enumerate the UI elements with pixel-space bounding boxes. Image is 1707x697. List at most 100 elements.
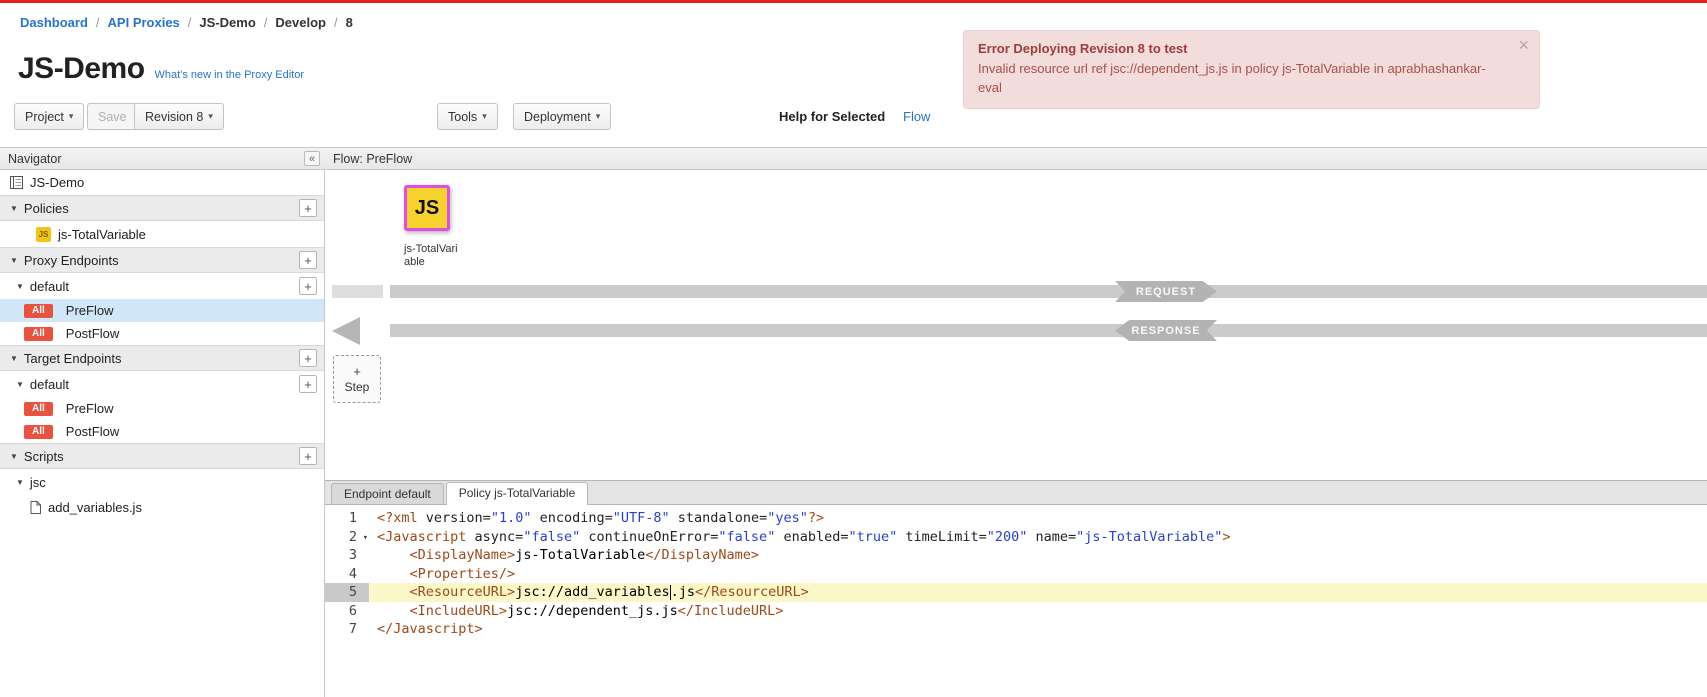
- js-policy-node-label: js-TotalVariable: [404, 243, 462, 269]
- nav-item-proxy-default[interactable]: ▼ default +: [0, 273, 324, 299]
- chevron-down-icon: ▾: [208, 111, 213, 122]
- code-text: <IncludeURL>jsc://dependent_js.js</Inclu…: [369, 602, 1707, 621]
- nav-item-label: PreFlow: [66, 303, 114, 318]
- code-line[interactable]: 5 <ResourceURL>jsc://add_variables.js</R…: [325, 583, 1707, 602]
- breadcrumb-separator: /: [188, 15, 192, 30]
- line-number: 5: [325, 583, 369, 602]
- revision-menu-label: Revision 8: [145, 110, 203, 124]
- nav-item-label: PostFlow: [66, 326, 119, 341]
- code-line[interactable]: 1<?xml version="1.0" encoding="UTF-8" st…: [325, 509, 1707, 528]
- add-policy-button[interactable]: +: [299, 199, 317, 217]
- code-text: <ResourceURL>jsc://add_variables.js</Res…: [369, 583, 1707, 602]
- condition-all-badge: All: [24, 304, 53, 318]
- breadcrumb-item-develop: Develop: [275, 15, 326, 30]
- navigator-title: Navigator: [8, 152, 62, 166]
- code-line[interactable]: 4 <Properties/>: [325, 565, 1707, 584]
- nav-item-add-variables-js[interactable]: add_variables.js: [0, 495, 324, 520]
- nav-section-proxy-endpoints[interactable]: ▼ Proxy Endpoints +: [0, 247, 324, 273]
- add-script-button[interactable]: +: [299, 447, 317, 465]
- caret-down-icon: ▼: [10, 354, 18, 363]
- caret-down-icon: ▼: [10, 204, 18, 213]
- nav-item-proxy-preflow[interactable]: All PreFlow: [0, 299, 324, 322]
- breadcrumb-link-api-proxies[interactable]: API Proxies: [108, 15, 180, 30]
- condition-all-badge: All: [24, 425, 53, 439]
- save-button-label: Save: [98, 110, 127, 124]
- js-policy-icon: JS: [36, 227, 51, 242]
- nav-item-js-totalvariable[interactable]: JS js-TotalVariable: [0, 221, 324, 247]
- deployment-menu-button[interactable]: Deployment ▾: [513, 103, 611, 130]
- add-step-button[interactable]: + Step: [333, 355, 381, 403]
- chevron-down-icon: ▾: [482, 111, 487, 122]
- nav-item-jsc-folder[interactable]: ▼ jsc: [0, 469, 324, 495]
- nav-item-proxy-postflow[interactable]: All PostFlow: [0, 322, 324, 345]
- request-flow-line[interactable]: [390, 285, 1707, 298]
- js-policy-node[interactable]: JS: [404, 185, 450, 231]
- nav-section-target-endpoints[interactable]: ▼ Target Endpoints +: [0, 345, 324, 371]
- editor-tabs: Endpoint default Policy js-TotalVariable: [325, 481, 1707, 505]
- code-text: <?xml version="1.0" encoding="UTF-8" sta…: [369, 509, 1707, 528]
- navigator-header: Navigator «: [0, 147, 325, 170]
- code-editor-panel: Endpoint default Policy js-TotalVariable…: [325, 480, 1707, 697]
- nav-item-target-default[interactable]: ▼ default +: [0, 371, 324, 397]
- nav-item-label: jsc: [30, 475, 46, 490]
- nav-item-label: PreFlow: [66, 401, 114, 416]
- code-line[interactable]: 7</Javascript>: [325, 620, 1707, 639]
- chevron-down-icon: ▾: [69, 111, 74, 122]
- nav-section-policies[interactable]: ▼ Policies +: [0, 195, 324, 221]
- breadcrumb-link-dashboard[interactable]: Dashboard: [20, 15, 88, 30]
- breadcrumb-separator: /: [96, 15, 100, 30]
- nav-item-label: PostFlow: [66, 424, 119, 439]
- nav-item-target-preflow[interactable]: All PreFlow: [0, 397, 324, 420]
- revision-menu-button[interactable]: Revision 8 ▾: [134, 103, 224, 130]
- line-number: 1: [325, 509, 369, 528]
- code-area[interactable]: 1<?xml version="1.0" encoding="UTF-8" st…: [325, 505, 1707, 697]
- line-number: 3: [325, 546, 369, 565]
- project-menu-label: Project: [25, 110, 64, 124]
- nav-section-scripts[interactable]: ▼ Scripts +: [0, 443, 324, 469]
- tab-policy-js-totalvariable[interactable]: Policy js-TotalVariable: [446, 482, 589, 505]
- tools-menu-label: Tools: [448, 110, 477, 124]
- toolbar: Project ▾ Save Revision 8 ▾ Tools ▾ Depl…: [0, 101, 1707, 133]
- plus-icon: +: [353, 364, 361, 379]
- add-target-endpoint-button[interactable]: +: [299, 349, 317, 367]
- add-proxy-endpoint-button[interactable]: +: [299, 251, 317, 269]
- help-for-selected-label: Help for Selected: [779, 109, 885, 124]
- line-number: 7: [325, 620, 369, 639]
- nav-item-proxy-root[interactable]: JS-Demo: [0, 170, 324, 195]
- add-flow-button[interactable]: +: [299, 375, 317, 393]
- collapse-sidebar-icon[interactable]: «: [304, 151, 320, 166]
- code-line[interactable]: 2▾<Javascript async="false" continueOnEr…: [325, 528, 1707, 547]
- code-text: <Javascript async="false" continueOnErro…: [369, 528, 1707, 547]
- flow-help-link[interactable]: Flow: [903, 109, 930, 124]
- section-label: Proxy Endpoints: [24, 253, 119, 268]
- file-icon: [30, 501, 41, 514]
- add-flow-button[interactable]: +: [299, 277, 317, 295]
- code-text: </Javascript>: [369, 620, 1707, 639]
- line-number: 4: [325, 565, 369, 584]
- breadcrumb-item-proxy-name: JS-Demo: [199, 15, 255, 30]
- response-flow-line[interactable]: [390, 324, 1707, 337]
- nav-item-target-postflow[interactable]: All PostFlow: [0, 420, 324, 443]
- caret-down-icon: ▼: [16, 380, 24, 389]
- whats-new-link[interactable]: What's new in the Proxy Editor: [155, 69, 304, 81]
- request-flow-stub: [332, 285, 383, 298]
- tab-endpoint-default[interactable]: Endpoint default: [331, 483, 444, 504]
- section-label: Target Endpoints: [24, 351, 122, 366]
- tools-menu-button[interactable]: Tools ▾: [437, 103, 498, 130]
- code-line[interactable]: 6 <IncludeURL>jsc://dependent_js.js</Inc…: [325, 602, 1707, 621]
- code-line[interactable]: 3 <DisplayName>js-TotalVariable</Display…: [325, 546, 1707, 565]
- proxy-notebook-icon: [10, 176, 23, 189]
- js-policy-node-icon: JS: [415, 197, 439, 220]
- deployment-menu-label: Deployment: [524, 110, 591, 124]
- project-menu-button[interactable]: Project ▾: [14, 103, 84, 130]
- page-title: JS-Demo: [18, 52, 145, 86]
- nav-item-label: default: [30, 279, 69, 294]
- close-icon[interactable]: ×: [1518, 36, 1529, 54]
- line-number: 2▾: [325, 528, 369, 547]
- fold-caret-icon[interactable]: ▾: [363, 529, 368, 548]
- line-number: 6: [325, 602, 369, 621]
- nav-item-label: add_variables.js: [48, 500, 142, 515]
- save-button[interactable]: Save: [87, 103, 138, 130]
- add-step-label: Step: [345, 380, 370, 394]
- chevron-down-icon: ▾: [596, 111, 601, 122]
